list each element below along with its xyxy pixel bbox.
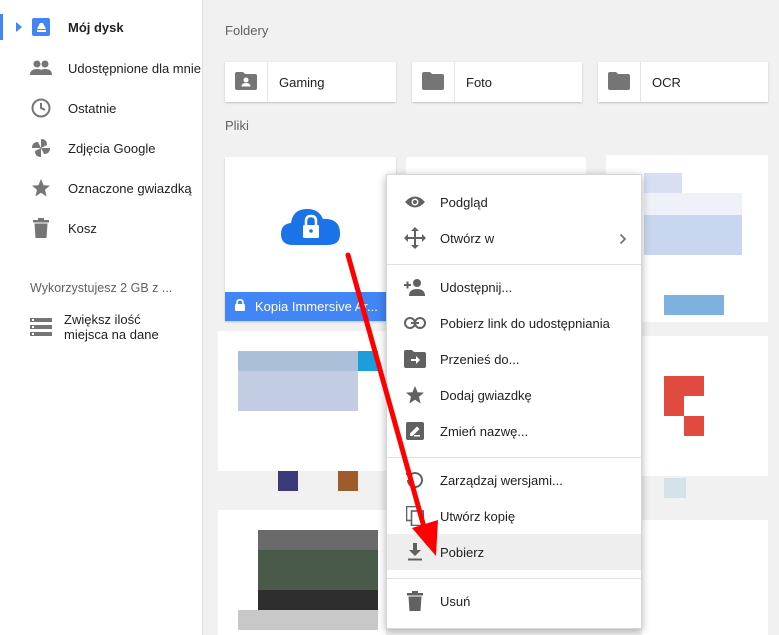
- folders-section-title: Foldery: [225, 23, 269, 38]
- move-folder-icon: [404, 348, 426, 370]
- download-icon: [404, 541, 426, 563]
- file-name: Kopia Immersive Ar...: [255, 299, 378, 314]
- clock-icon: [30, 97, 52, 119]
- sidebar: Mój dysk Udostępnione dla mnie Ostatnie …: [0, 0, 203, 635]
- menu-item-preview[interactable]: Podgląd: [387, 184, 641, 220]
- file-card-selected[interactable]: Kopia Immersive Ar...: [225, 157, 396, 321]
- menu-item-label: Przenieś do...: [440, 351, 520, 367]
- menu-item-rename[interactable]: Zmień nazwę...: [387, 413, 641, 449]
- star-icon: [404, 384, 426, 406]
- menu-item-label: Usuń: [440, 593, 471, 609]
- menu-item-label: Udostępnij...: [440, 279, 513, 295]
- file-tile[interactable]: [218, 510, 386, 635]
- sidebar-item-label: Zdjęcia Google: [68, 140, 156, 156]
- move-arrows-icon: [404, 227, 426, 249]
- folder-icon: [608, 72, 630, 92]
- menu-item-label: Dodaj gwiazdkę: [440, 387, 532, 403]
- sidebar-item-label: Ostatnie: [68, 100, 117, 116]
- menu-item-download[interactable]: Pobierz: [387, 534, 641, 570]
- sidebar-item-my-drive[interactable]: Mój dysk: [0, 8, 203, 46]
- file-thumbnail: [225, 157, 396, 292]
- sidebar-item-photos[interactable]: Zdjęcia Google: [0, 129, 203, 167]
- folder-label: OCR: [652, 74, 681, 90]
- menu-item-make-copy[interactable]: Utwórz kopię: [387, 498, 641, 534]
- file-tile[interactable]: [642, 336, 768, 476]
- star-icon: [30, 177, 52, 199]
- copy-icon: [404, 505, 426, 527]
- file-name-bar: Kopia Immersive Ar...: [225, 292, 396, 321]
- folder-divider: [640, 62, 641, 102]
- sidebar-item-starred[interactable]: Oznaczone gwiazdką: [0, 169, 203, 207]
- link-icon: [404, 312, 426, 334]
- folder-icon: [422, 72, 444, 92]
- thumb-block: [664, 478, 686, 498]
- pinwheel-icon: [30, 137, 52, 159]
- sidebar-item-shared[interactable]: Udostępnione dla mnie: [0, 49, 203, 87]
- folder-foto[interactable]: Foto: [412, 62, 582, 102]
- menu-item-delete[interactable]: Usuń: [387, 583, 641, 619]
- menu-item-label: Podgląd: [440, 194, 488, 210]
- upgrade-storage-button[interactable]: Zwiększ ilość miejsca na dane: [0, 310, 203, 346]
- menu-item-manage-versions[interactable]: Zarządzaj wersjami...: [387, 462, 641, 498]
- menu-item-label: Zmień nazwę...: [440, 423, 529, 439]
- delete-icon: [404, 590, 426, 612]
- file-tile[interactable]: [218, 331, 386, 471]
- sidebar-item-label: Mój dysk: [68, 19, 124, 35]
- rename-icon: [404, 420, 426, 442]
- context-menu: Podgląd Otwórz w Udostępnij... Pobierz l…: [386, 174, 642, 629]
- sidebar-item-label: Kosz: [68, 220, 97, 236]
- shared-people-icon: [30, 57, 52, 79]
- menu-item-label: Zarządzaj wersjami...: [440, 472, 563, 488]
- lock-icon: [235, 298, 245, 314]
- menu-divider: [387, 264, 641, 265]
- sidebar-item-label: Oznaczone gwiazdką: [68, 180, 192, 196]
- upgrade-storage-label: Zwiększ ilość miejsca na dane: [64, 312, 159, 342]
- menu-divider: [387, 578, 641, 579]
- add-person-icon: [404, 276, 426, 298]
- files-section-title: Pliki: [225, 118, 249, 133]
- shared-folder-icon: [235, 72, 257, 92]
- folder-label: Gaming: [279, 74, 325, 90]
- menu-item-add-star[interactable]: Dodaj gwiazdkę: [387, 377, 641, 413]
- menu-item-move-to[interactable]: Przenieś do...: [387, 341, 641, 377]
- sidebar-item-recent[interactable]: Ostatnie: [0, 89, 203, 127]
- trash-icon: [30, 217, 52, 239]
- sidebar-item-trash[interactable]: Kosz: [0, 209, 203, 247]
- cloud-lock-icon: [280, 208, 340, 245]
- storage-usage-text[interactable]: Wykorzystujesz 2 GB z ...: [30, 281, 172, 295]
- chevron-right-icon: [619, 232, 627, 250]
- menu-item-label: Pobierz link do udostępniania: [440, 315, 610, 331]
- storage-icon: [30, 318, 52, 336]
- menu-item-label: Pobierz: [440, 544, 485, 560]
- eye-icon: [404, 191, 426, 213]
- upgrade-label-line1: Zwiększ ilość: [64, 312, 141, 327]
- menu-item-get-link[interactable]: Pobierz link do udostępniania: [387, 305, 641, 341]
- sidebar-item-label: Udostępnione dla mnie: [68, 60, 201, 76]
- menu-item-share[interactable]: Udostępnij...: [387, 269, 641, 305]
- menu-item-label: Utwórz kopię: [440, 508, 516, 524]
- drive-icon: [30, 16, 52, 38]
- file-tile[interactable]: [642, 520, 768, 635]
- folder-divider: [454, 62, 455, 102]
- folder-label: Foto: [466, 74, 493, 90]
- menu-item-label: Otwórz w: [440, 230, 495, 246]
- thumb-block: [338, 471, 358, 491]
- menu-divider: [387, 457, 641, 458]
- upgrade-label-line2: miejsca na dane: [64, 327, 159, 342]
- folder-gaming[interactable]: Gaming: [225, 62, 396, 102]
- folder-divider: [267, 62, 268, 102]
- folder-ocr[interactable]: OCR: [598, 62, 768, 102]
- menu-item-open-with[interactable]: Otwórz w: [387, 220, 641, 256]
- history-icon: [404, 469, 426, 491]
- thumb-block: [278, 471, 298, 491]
